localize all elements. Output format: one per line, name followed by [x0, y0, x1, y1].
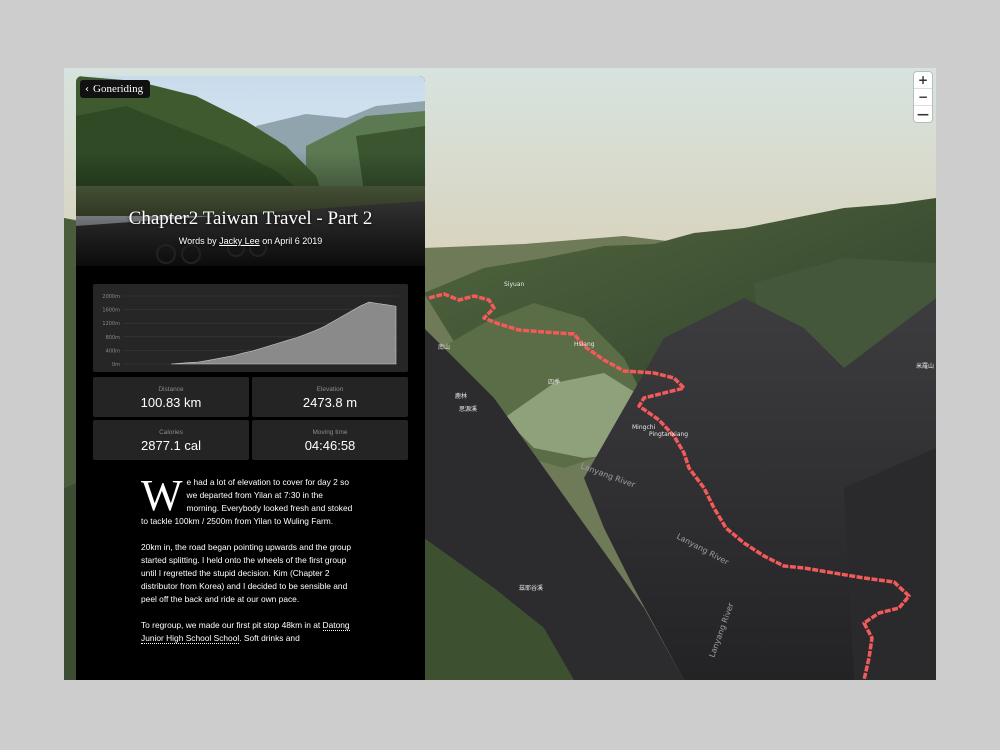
y-tick-label: 1200m	[102, 321, 120, 327]
y-tick-label: 0m	[112, 362, 120, 368]
stat-label: Calories	[159, 429, 183, 436]
byline-prefix: Words by	[178, 236, 217, 246]
map-label: 米羅山	[916, 362, 934, 370]
article-title: Chapter2 Taiwan Travel - Part 2	[128, 208, 373, 229]
stat-elevation: Elevation 2473.8 m	[252, 377, 408, 417]
paragraph: To regroup, we made our first pit stop 4…	[141, 619, 356, 645]
stat-value: 2473.8 m	[302, 395, 358, 410]
back-label: Goneriding	[93, 83, 144, 95]
byline-date: on April 6 2019	[262, 236, 323, 246]
zoom-out-button[interactable]: −	[914, 89, 932, 106]
elevation-chart: 2000m 1600m 1200m 800m 400m 0m	[93, 284, 408, 372]
paragraph-text: To regroup, we made our first pit stop 4…	[141, 620, 321, 630]
compass-button[interactable]: —	[914, 106, 932, 122]
map-label: 四季	[548, 378, 560, 386]
stat-value: 04:46:58	[304, 438, 356, 453]
stat-value: 2877.1 cal	[141, 438, 201, 453]
article-body: We had a lot of elevation to cover for d…	[141, 471, 356, 658]
back-button[interactable]: ‹ Goneriding	[80, 80, 151, 98]
stat-distance: Distance 100.83 km	[93, 377, 249, 417]
chevron-left-icon: ‹	[85, 83, 89, 95]
author-link[interactable]: Jacky Lee	[219, 236, 260, 246]
story-panel: ‹ Goneriding Chapter2 Taiwan Travel - Pa…	[76, 76, 425, 680]
map-label: 鹿林	[455, 392, 467, 400]
stat-label: Distance	[158, 386, 184, 393]
map-label: 南山	[438, 343, 450, 351]
y-tick-label: 1600m	[102, 308, 120, 314]
map-label: Mingchi	[632, 424, 656, 431]
map-viewport[interactable]: Siyuan Hsiang Mingchi Pingtanxiang Lanyang R…	[64, 68, 936, 680]
map-label: Pingtanxiang	[649, 431, 688, 438]
stat-moving-time: Moving time 04:46:58	[252, 420, 408, 460]
paragraph: We had a lot of elevation to cover for d…	[141, 471, 356, 528]
map-label: 思源溪	[459, 405, 477, 413]
map-label: Siyuan	[504, 281, 525, 288]
drop-cap: W	[141, 471, 183, 520]
y-tick-label: 400m	[106, 348, 121, 354]
paragraph: 20km in, the road began pointing upwards…	[141, 542, 351, 604]
map-label: Hsiang	[574, 341, 595, 348]
zoom-in-button[interactable]: +	[914, 72, 932, 89]
map-label: 茲耶谷溪	[519, 584, 543, 592]
stat-label: Moving time	[312, 429, 348, 436]
stat-value: 100.83 km	[140, 395, 202, 410]
stat-label: Elevation	[316, 386, 344, 393]
paragraph-text: . Soft drinks and	[239, 633, 300, 643]
zoom-control: + − —	[914, 72, 932, 122]
elevation-profile-area	[170, 301, 397, 365]
y-tick-label: 2000m	[102, 294, 120, 300]
stat-calories: Calories 2877.1 cal	[93, 420, 249, 460]
byline: Words by Jacky Lee on April 6 2019	[76, 236, 425, 246]
hero-image: ‹ Goneriding Chapter2 Taiwan Travel - Pa…	[76, 76, 425, 266]
y-tick-label: 800m	[106, 335, 121, 341]
